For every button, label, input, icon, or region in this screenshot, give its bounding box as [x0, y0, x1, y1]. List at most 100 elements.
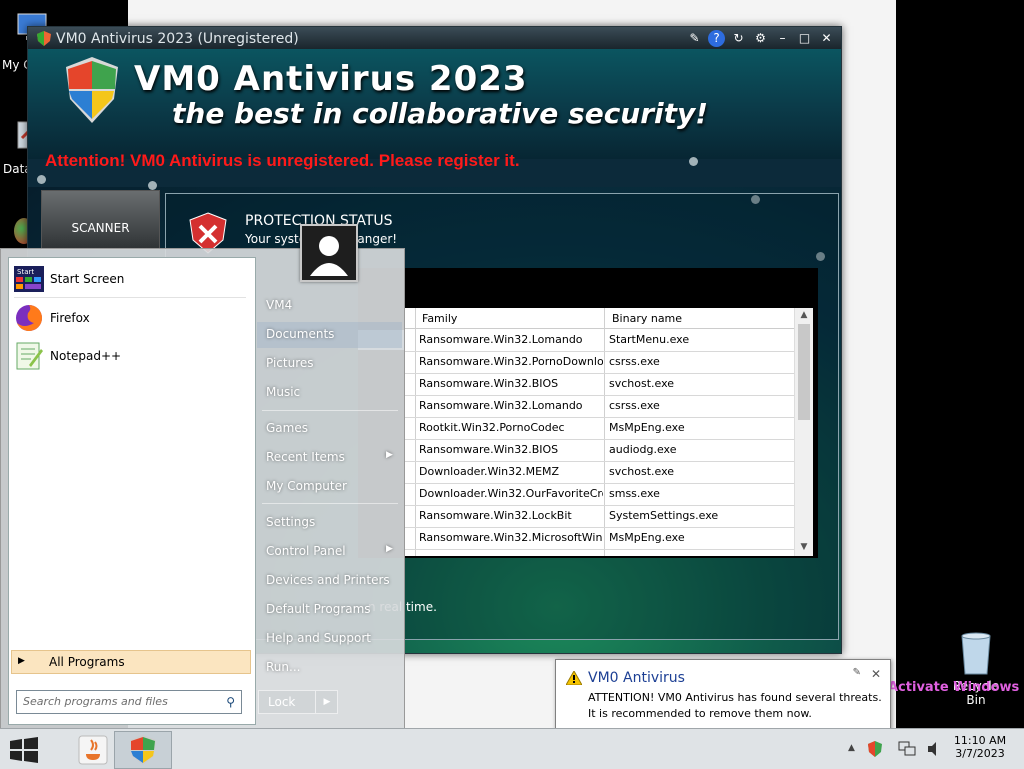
- start-right-item-music[interactable]: Music: [266, 385, 300, 399]
- notification-message: ATTENTION! VM0 Antivirus has found sever…: [588, 691, 882, 720]
- table-row[interactable]: Ransomware.Win32.Lomando StartMenu.exe: [405, 329, 795, 352]
- table-row[interactable]: Ransomware.Win32.Lomando csrss.exe: [405, 395, 795, 418]
- start-item-label: Notepad++: [50, 349, 122, 363]
- table-row[interactable]: Ransomware.Win32.BIOS svchost.exe: [405, 373, 795, 396]
- window-titlebar[interactable]: VM0 Antivirus 2023 (Unregistered) ✎ ? ↻ …: [28, 27, 841, 49]
- notification-balloon[interactable]: VM0 Antivirus ATTENTION! VM0 Antivirus h…: [555, 659, 891, 730]
- cell-binary-name: csrss.exe: [609, 399, 660, 412]
- window-title: VM0 Antivirus 2023 (Unregistered): [56, 31, 299, 47]
- start-item-firefox[interactable]: Firefox: [14, 303, 90, 333]
- chevron-right-icon: ▶: [386, 450, 393, 460]
- column-header-family[interactable]: Family: [422, 312, 457, 325]
- desktop-icon-recycle-bin[interactable]: Recycle Bin: [944, 630, 1008, 707]
- cell-binary-name: audiodg.exe: [609, 443, 677, 456]
- cell-family: Ransomware.Win32.BIOS: [419, 377, 559, 390]
- pin-icon[interactable]: ✎: [853, 667, 861, 678]
- start-right-item-documents[interactable]: Documents: [266, 327, 334, 341]
- search-placeholder: Search programs and files: [23, 695, 168, 708]
- system-clock[interactable]: 11:10 AM 3/7/2023: [950, 734, 1010, 760]
- user-avatar[interactable]: [300, 224, 358, 282]
- start-item-label: Firefox: [50, 311, 90, 325]
- lock-button[interactable]: Lock ▶: [258, 690, 338, 714]
- scroll-up-arrow-icon[interactable]: ▲: [795, 308, 813, 322]
- decor-dot: [148, 181, 157, 190]
- notification-title: VM0 Antivirus: [588, 670, 685, 686]
- show-hidden-icons-icon[interactable]: ▲: [848, 743, 855, 753]
- recent-items-label: Recent Items: [266, 450, 345, 464]
- cell-binary-name: csrss.exe: [609, 355, 660, 368]
- maximize-button[interactable]: □: [796, 30, 813, 47]
- start-item-start-screen[interactable]: Start Start Screen: [14, 264, 124, 294]
- svg-text:Start: Start: [17, 268, 34, 276]
- start-item-label: Start Screen: [50, 272, 125, 286]
- table-row[interactable]: Ransomware.Win32.MicrosoftWindo... MsMpEn…: [405, 527, 795, 550]
- start-right-item-pictures[interactable]: Pictures: [266, 356, 314, 370]
- tools-icon[interactable]: ✎: [686, 30, 703, 47]
- cell-binary-name: SystemSettings.exe: [609, 509, 719, 522]
- close-icon[interactable]: ✕: [871, 667, 881, 681]
- cell-family: Downloader.Win32.OurFavoriteCroa...: [419, 487, 603, 500]
- start-right-item-default-programs[interactable]: Default Programs: [266, 602, 371, 616]
- table-scrollbar[interactable]: ▲ ▼: [794, 308, 813, 556]
- decor-dot: [689, 157, 698, 166]
- warning-icon: [566, 671, 582, 685]
- table-row[interactable]: Ransomware.Win32.LockBit SystemSettings.e…: [405, 505, 795, 528]
- all-programs-label: All Programs: [49, 655, 125, 669]
- start-right-item-my-computer[interactable]: My Computer: [266, 479, 347, 493]
- taskbar: ▲ 11:10 AM 3/7/2023: [0, 728, 1024, 769]
- lock-label: Lock: [268, 695, 296, 709]
- control-panel-label: Control Panel: [266, 544, 346, 558]
- decor-dot: [37, 175, 46, 184]
- scanner-button[interactable]: SCANNER: [41, 190, 160, 250]
- start-right-item-control-panel[interactable]: Control Panel ▶: [266, 544, 393, 558]
- arrow-right-icon[interactable]: ▶: [315, 691, 338, 713]
- close-button[interactable]: ✕: [818, 30, 835, 47]
- taskbar-app-antivirus[interactable]: [114, 731, 172, 769]
- start-right-item-vm4[interactable]: VM4: [266, 298, 292, 312]
- all-programs-button[interactable]: ▶ All Programs: [11, 650, 251, 674]
- cell-family: Downloader.Win32.MEMZ: [419, 465, 560, 478]
- activation-watermark: Activate Windows: [888, 680, 1020, 695]
- table-row[interactable]: Ransomware.Win32.BIOS audiodg.exe: [405, 439, 795, 462]
- start-right-item-settings[interactable]: Settings: [266, 515, 315, 529]
- brand-tagline: the best in collaborative security!: [172, 97, 709, 130]
- speaker-icon[interactable]: [926, 741, 942, 757]
- table-row[interactable]: Ransomware.Win32.PornoDownloa... csrss.ex…: [405, 351, 795, 374]
- gear-icon[interactable]: ⚙: [752, 30, 769, 47]
- help-icon[interactable]: ?: [708, 30, 725, 47]
- scrollbar-thumb[interactable]: [798, 324, 810, 420]
- threat-table[interactable]: Family Binary name Ransomware.Win32.Loma…: [405, 308, 813, 556]
- cell-family: Ransomware.Win32.MicrosoftWindo...: [419, 531, 603, 544]
- antivirus-tray-icon[interactable]: [867, 740, 883, 758]
- network-icon[interactable]: [898, 741, 916, 757]
- start-right-item-help-and-support[interactable]: Help and Support: [266, 631, 371, 645]
- start-search-input[interactable]: Search programs and files ⚲: [16, 690, 242, 714]
- cell-family: Ransomware.Win32.LockBit: [419, 509, 572, 522]
- shield-icon: [37, 31, 51, 46]
- search-icon[interactable]: ⚲: [226, 695, 235, 709]
- table-row[interactable]: Downloader.Win32.MEMZ svchost.exe: [405, 461, 795, 484]
- start-screen-icon: Start: [14, 266, 44, 292]
- start-right-item-run[interactable]: Run...: [266, 660, 300, 674]
- recycle-bin-icon: [961, 632, 991, 675]
- start-right-item-games[interactable]: Games: [266, 421, 308, 435]
- refresh-icon[interactable]: ↻: [730, 30, 747, 47]
- table-row[interactable]: Downloader.Win32.OurFavoriteCroa... smss.…: [405, 483, 795, 506]
- start-button[interactable]: [8, 737, 40, 763]
- start-right-item-devices-and-printers[interactable]: Devices and Printers: [266, 573, 390, 587]
- start-menu-divider: [262, 410, 398, 411]
- cell-binary-name: svchost.exe: [609, 377, 675, 390]
- start-menu-divider: [14, 297, 246, 298]
- minimize-button[interactable]: –: [774, 30, 791, 47]
- chevron-right-icon: ▶: [386, 544, 393, 554]
- cell-binary-name: smss.exe: [609, 487, 660, 500]
- column-header-binary-name[interactable]: Binary name: [612, 312, 682, 325]
- cell-binary-name: MsMpEng.exe: [609, 531, 685, 544]
- cell-family: Ransomware.Win32.PornoDownloa...: [419, 355, 603, 368]
- unregistered-warning[interactable]: Attention! VM0 Antivirus is unregistered…: [45, 151, 520, 171]
- table-row[interactable]: Rootkit.Win32.PornoCodec MsMpEng.exe: [405, 417, 795, 440]
- start-right-item-recent-items[interactable]: Recent Items ▶: [266, 450, 393, 464]
- start-item-notepad-plus-plus[interactable]: Notepad++: [14, 341, 121, 371]
- shield-logo-icon: [66, 57, 118, 123]
- scroll-down-arrow-icon[interactable]: ▼: [795, 540, 813, 554]
